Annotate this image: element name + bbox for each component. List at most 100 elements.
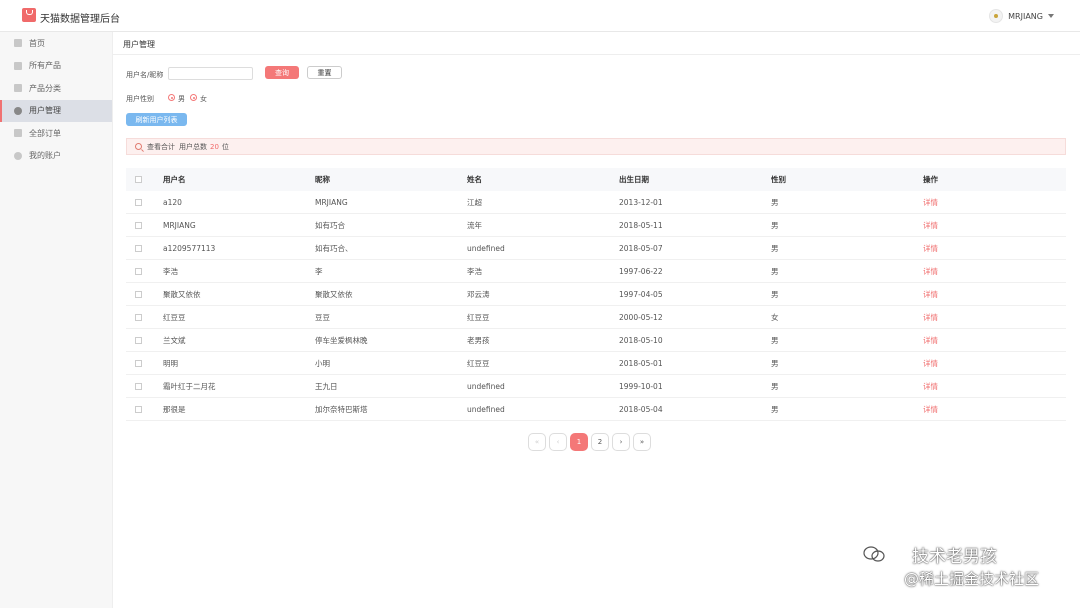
detail-link[interactable]: 详情 <box>923 289 1063 300</box>
gear-icon <box>14 151 22 160</box>
cell-username: a1209577113 <box>163 243 216 253</box>
column-header: 操作 <box>923 175 938 184</box>
row-checkbox[interactable] <box>135 382 142 390</box>
query-button[interactable]: 查询 <box>265 66 299 79</box>
next-page-button[interactable]: › <box>612 433 630 451</box>
cell-username: MRJIANG <box>163 220 196 230</box>
cell-username: 霜叶红于二月花 <box>163 381 216 391</box>
detail-link[interactable]: 详情 <box>923 381 1063 392</box>
row-checkbox[interactable] <box>135 267 142 275</box>
cell-gender: 女 <box>771 312 779 322</box>
row-checkbox[interactable] <box>135 198 142 206</box>
avatar[interactable] <box>989 9 1004 23</box>
cell-birthday: 1999-10-01 <box>619 381 663 391</box>
cell-birthday: 2018-05-04 <box>619 404 663 414</box>
cell-name: 流年 <box>467 220 482 230</box>
summary-unit: 位 <box>221 142 229 151</box>
name-search-input[interactable] <box>168 67 253 80</box>
gender-radio-female[interactable] <box>190 94 197 101</box>
cell-gender: 男 <box>771 243 779 253</box>
table-header: 用户名 昵称 姓名 出生日期 性别 操作 <box>126 168 1066 191</box>
cell-gender: 男 <box>771 381 779 391</box>
row-checkbox[interactable] <box>135 336 142 344</box>
column-header: 姓名 <box>467 175 482 184</box>
home-icon <box>14 39 22 48</box>
refresh-list-button[interactable]: 刷新用户列表 <box>126 113 187 126</box>
detail-link[interactable]: 详情 <box>923 358 1063 369</box>
cell-name: 老男孩 <box>467 335 490 345</box>
column-header: 昵称 <box>315 175 330 184</box>
sidebar-item-home[interactable]: 首页 <box>0 32 112 55</box>
pagination: « ‹ 1 2 › » <box>528 433 651 451</box>
sidebar-item-orders[interactable]: 全部订单 <box>0 122 112 145</box>
table-row: 那很是 加尔奈特巴斯塔 undefined 2018-05-04 男 详情 <box>126 398 1066 421</box>
cell-name: undefined <box>467 404 505 414</box>
reset-button[interactable]: 重置 <box>307 66 342 79</box>
search-icon <box>135 143 142 150</box>
cell-username: 兰文斌 <box>163 335 186 345</box>
detail-link[interactable]: 详情 <box>923 335 1063 346</box>
sidebar-item-categories[interactable]: 产品分类 <box>0 77 112 100</box>
divider <box>113 54 1080 55</box>
table-row: a1209577113 如有巧合、 undefined 2018-05-07 男 详情 <box>126 237 1066 260</box>
cell-gender: 男 <box>771 220 779 230</box>
cell-name: 李浩 <box>467 266 482 276</box>
cell-birthday: 2013-12-01 <box>619 197 663 207</box>
table-row: MRJIANG 如有巧合 流年 2018-05-11 男 详情 <box>126 214 1066 237</box>
cell-birthday: 1997-04-05 <box>619 289 663 299</box>
cell-nickname: 聚散又依依 <box>315 289 353 299</box>
detail-link[interactable]: 详情 <box>923 197 1063 208</box>
sidebar-item-label: 全部订单 <box>29 128 61 138</box>
gender-radio-male[interactable] <box>168 94 175 101</box>
table-row: 李浩 李 李浩 1997-06-22 男 详情 <box>126 260 1066 283</box>
column-header: 性别 <box>771 175 786 184</box>
cell-nickname: 如有巧合 <box>315 220 345 230</box>
user-count: 20 <box>210 142 219 151</box>
cell-birthday: 2018-05-11 <box>619 220 663 230</box>
user-icon <box>14 106 22 115</box>
cell-gender: 男 <box>771 335 779 345</box>
gender-option-label: 女 <box>200 95 207 103</box>
row-checkbox[interactable] <box>135 221 142 229</box>
cell-name: 红豆豆 <box>467 358 490 368</box>
page-title: 用户管理 <box>123 40 155 49</box>
prev-page-button[interactable]: ‹ <box>549 433 567 451</box>
summary-label: 查看合计 <box>147 142 175 151</box>
product-icon <box>14 61 22 70</box>
table-body: a120 MRJIANG 江超 2013-12-01 男详情 MRJIANG 如有巧合 流年 2… <box>126 191 1066 421</box>
sidebar-item-all-products[interactable]: 所有产品 <box>0 55 112 78</box>
row-checkbox[interactable] <box>135 405 142 413</box>
caret-down-icon[interactable] <box>1048 14 1054 18</box>
cell-nickname: 豆豆 <box>315 312 330 322</box>
cell-birthday: 2018-05-10 <box>619 335 663 345</box>
row-checkbox[interactable] <box>135 244 142 252</box>
detail-link[interactable]: 详情 <box>923 404 1063 415</box>
select-all-checkbox[interactable] <box>135 176 142 183</box>
row-checkbox[interactable] <box>135 359 142 367</box>
row-checkbox[interactable] <box>135 290 142 298</box>
last-page-button[interactable]: » <box>633 433 651 451</box>
cell-username: a120 <box>163 197 182 207</box>
name-filter-label: 用户名/昵称 <box>126 71 164 79</box>
cell-birthday: 2018-05-01 <box>619 358 663 368</box>
table-row: 兰文斌 停车坐爱枫林晚 老男孩 2018-05-10 男 详情 <box>126 329 1066 352</box>
detail-link[interactable]: 详情 <box>923 243 1063 254</box>
user-menu[interactable]: MRJIANG <box>989 9 1054 23</box>
first-page-button[interactable]: « <box>528 433 546 451</box>
cell-username: 红豆豆 <box>163 312 186 322</box>
detail-link[interactable]: 详情 <box>923 220 1063 231</box>
detail-link[interactable]: 详情 <box>923 266 1063 277</box>
column-header: 用户名 <box>163 175 186 184</box>
page-button-2[interactable]: 2 <box>591 433 609 451</box>
user-name[interactable]: MRJIANG <box>1008 12 1043 21</box>
column-header: 出生日期 <box>619 175 649 184</box>
sidebar-item-account[interactable]: 我的账户 <box>0 145 112 168</box>
main-content: 用户管理 用户名/昵称 查询 重置 用户性别 男 女 刷新用户列表 查看合计 用… <box>113 32 1080 608</box>
row-checkbox[interactable] <box>135 313 142 321</box>
cell-gender: 男 <box>771 358 779 368</box>
cell-nickname: 停车坐爱枫林晚 <box>315 335 368 345</box>
detail-link[interactable]: 详情 <box>923 312 1063 323</box>
sidebar-item-users[interactable]: 用户管理 <box>0 99 112 122</box>
user-table: 用户名 昵称 姓名 出生日期 性别 操作 a120 MRJIANG 江超 2013-1… <box>126 168 1066 421</box>
page-button-1[interactable]: 1 <box>570 433 588 451</box>
